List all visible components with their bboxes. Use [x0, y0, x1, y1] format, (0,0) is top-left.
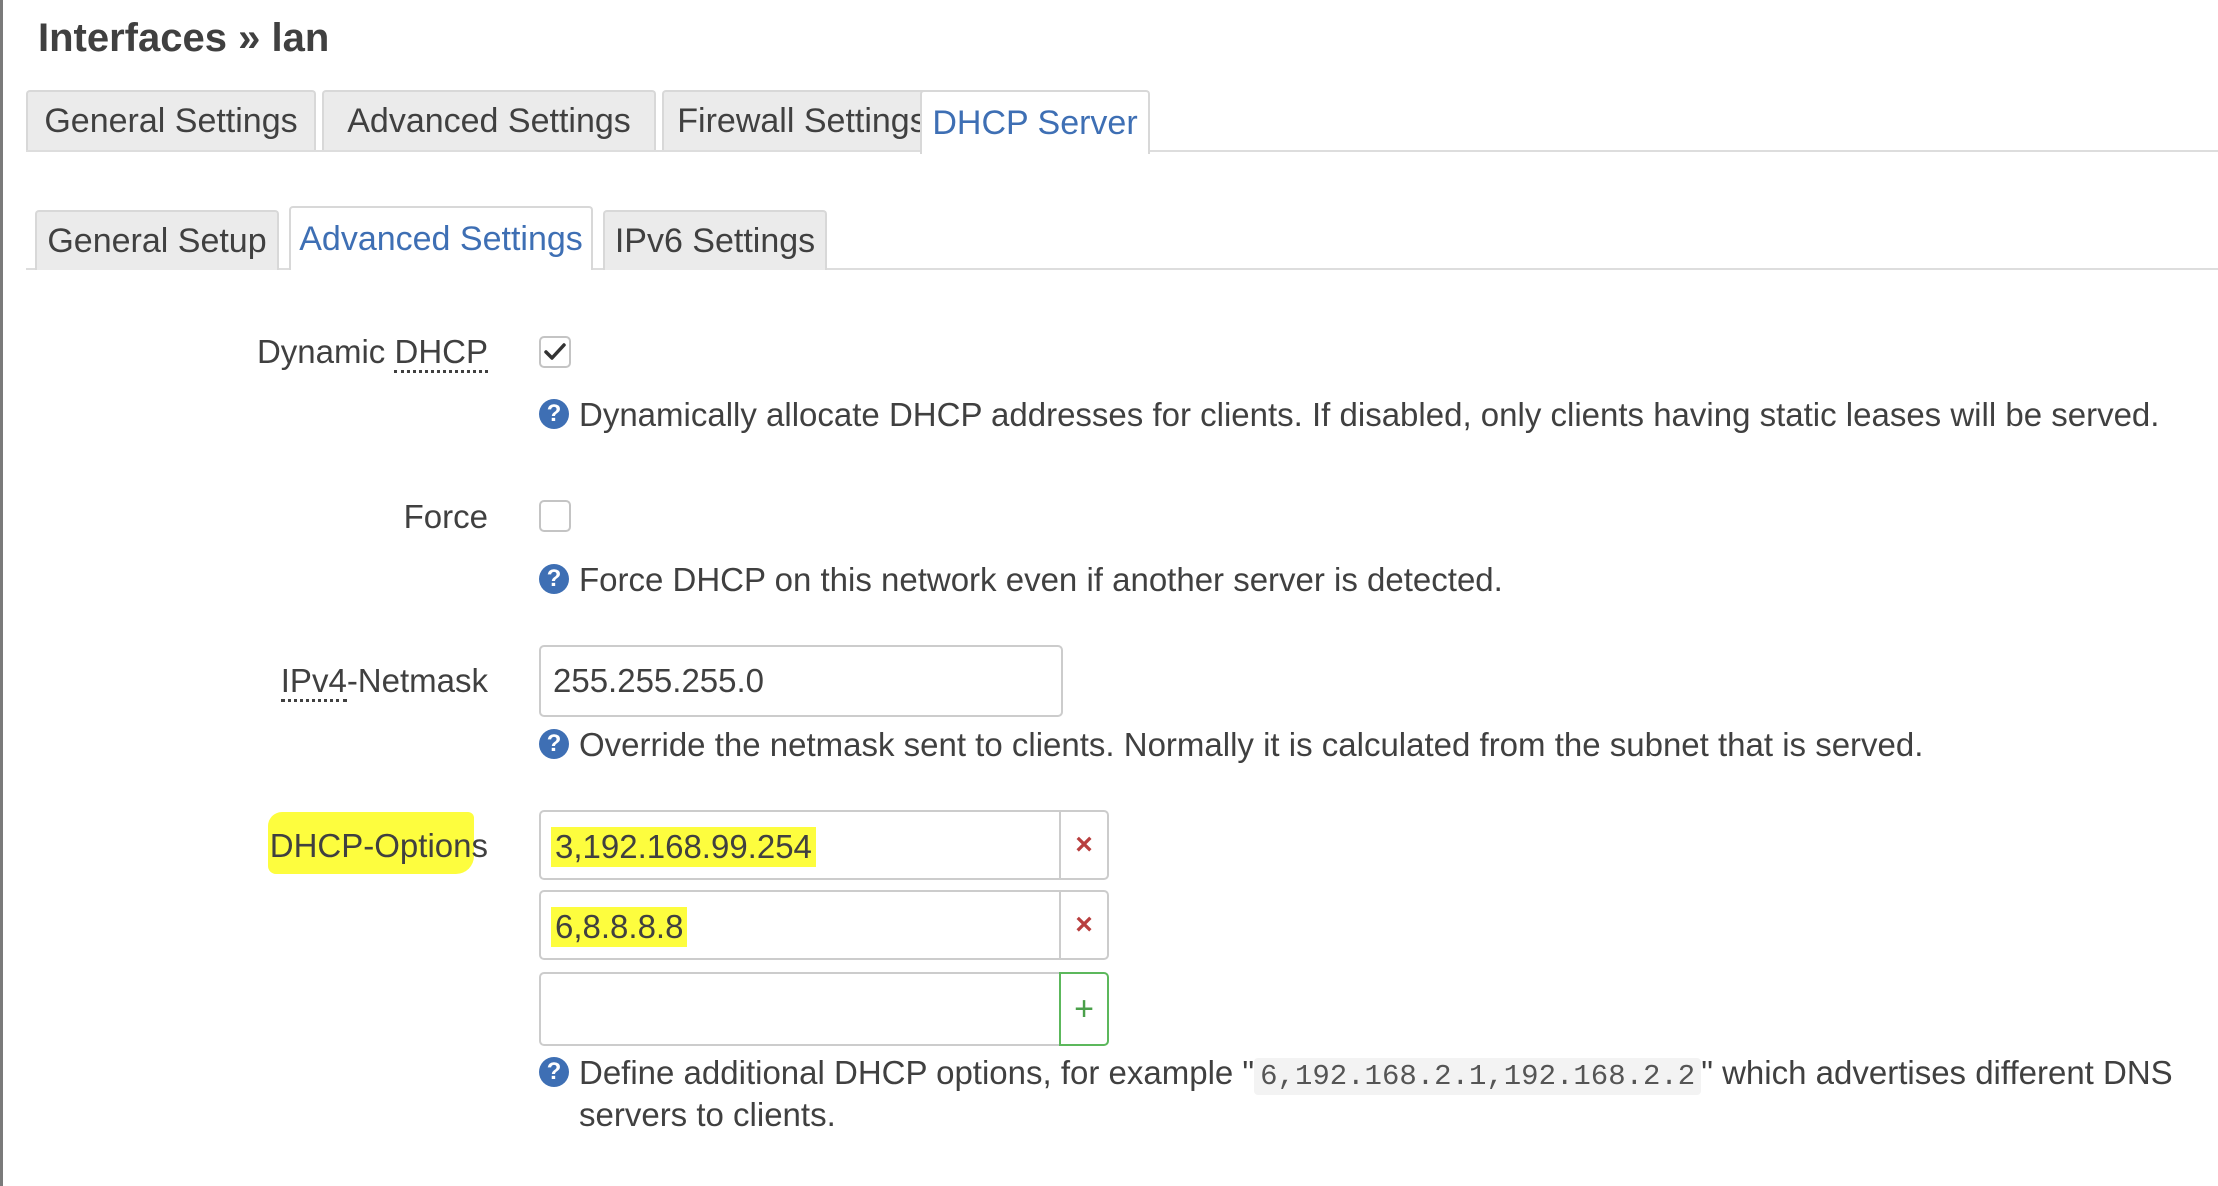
force-checkbox[interactable] [539, 500, 571, 532]
netmask-input[interactable] [539, 645, 1063, 717]
dhcp-options-help-prefix: Define additional DHCP options, for exam… [579, 1054, 1255, 1091]
dynamic-dhcp-label-prefix: Dynamic [256, 333, 395, 370]
page-title: Interfaces » lan [38, 16, 330, 60]
remove-option-button[interactable]: × [1059, 890, 1109, 960]
tab-advanced-settings[interactable]: Advanced Settings [322, 90, 656, 150]
add-option-button[interactable]: + [1059, 972, 1109, 1046]
sub-tab-bar: General Setup Advanced Settings IPv6 Set… [26, 206, 2218, 270]
dhcp-option-input[interactable]: 6,8.8.8.8 [539, 890, 1061, 960]
dhcp-option-new-row: + [539, 972, 1109, 1046]
dhcp-options-help-line2: servers to clients. [579, 1096, 836, 1133]
remove-icon: × [1075, 908, 1093, 941]
help-icon: ? [539, 729, 569, 760]
remove-icon: × [1075, 828, 1093, 861]
window-left-edge [0, 0, 3, 1186]
dhcp-option-input[interactable]: 3,192.168.99.254 [539, 810, 1061, 880]
netmask-label-suffix: -Netmask [346, 662, 488, 699]
dhcp-options-help: ? Define additional DHCP options, for exa… [539, 1054, 2179, 1134]
dhcp-options-help-code: 6,192.168.2.1,192.168.2.2 [1254, 1058, 1702, 1095]
dynamic-dhcp-label: Dynamic DHCP [256, 332, 488, 373]
netmask-help: ? Override the netmask sent to clients. N… [539, 726, 1923, 764]
help-icon: ? [539, 564, 569, 595]
subtab-ipv6-settings[interactable]: IPv6 Settings [603, 210, 827, 270]
dhcp-option-row: 6,8.8.8.8 × [539, 890, 1109, 960]
netmask-help-text: Override the netmask sent to clients. No… [579, 726, 1924, 763]
dhcp-options-label: DHCP-Options [269, 827, 488, 864]
subtab-general-setup[interactable]: General Setup [35, 210, 279, 270]
dhcp-options-help-suffix: " which advertises different DNS [1701, 1054, 2173, 1091]
dhcp-option-value: 6,8.8.8.8 [551, 907, 688, 947]
checkmark-icon [544, 343, 566, 360]
help-icon: ? [539, 1057, 569, 1088]
dhcp-option-new-input[interactable] [539, 972, 1061, 1046]
dynamic-dhcp-help: ? Dynamically allocate DHCP addresses for… [539, 396, 2159, 434]
force-label: Force [403, 498, 488, 535]
dynamic-dhcp-help-text: Dynamically allocate DHCP addresses for … [579, 396, 2160, 433]
tab-general-settings[interactable]: General Settings [26, 90, 316, 150]
dhcp-option-value: 3,192.168.99.254 [551, 827, 816, 867]
force-help: ? Force DHCP on this network even if anot… [539, 561, 1503, 599]
dhcp-abbr: DHCP [394, 333, 488, 373]
force-help-text: Force DHCP on this network even if anoth… [579, 561, 1503, 598]
netmask-label: IPv4-Netmask [280, 661, 488, 702]
dynamic-dhcp-checkbox[interactable] [539, 336, 571, 368]
tab-dhcp-server[interactable]: DHCP Server [920, 90, 1150, 154]
subtab-advanced-settings[interactable]: Advanced Settings [289, 206, 593, 270]
dhcp-option-row: 3,192.168.99.254 × [539, 810, 1109, 880]
ipv4-abbr: IPv4 [280, 662, 347, 702]
plus-icon: + [1074, 989, 1094, 1028]
remove-option-button[interactable]: × [1059, 810, 1109, 880]
help-icon: ? [539, 399, 569, 430]
tab-firewall-settings[interactable]: Firewall Settings [662, 90, 942, 150]
